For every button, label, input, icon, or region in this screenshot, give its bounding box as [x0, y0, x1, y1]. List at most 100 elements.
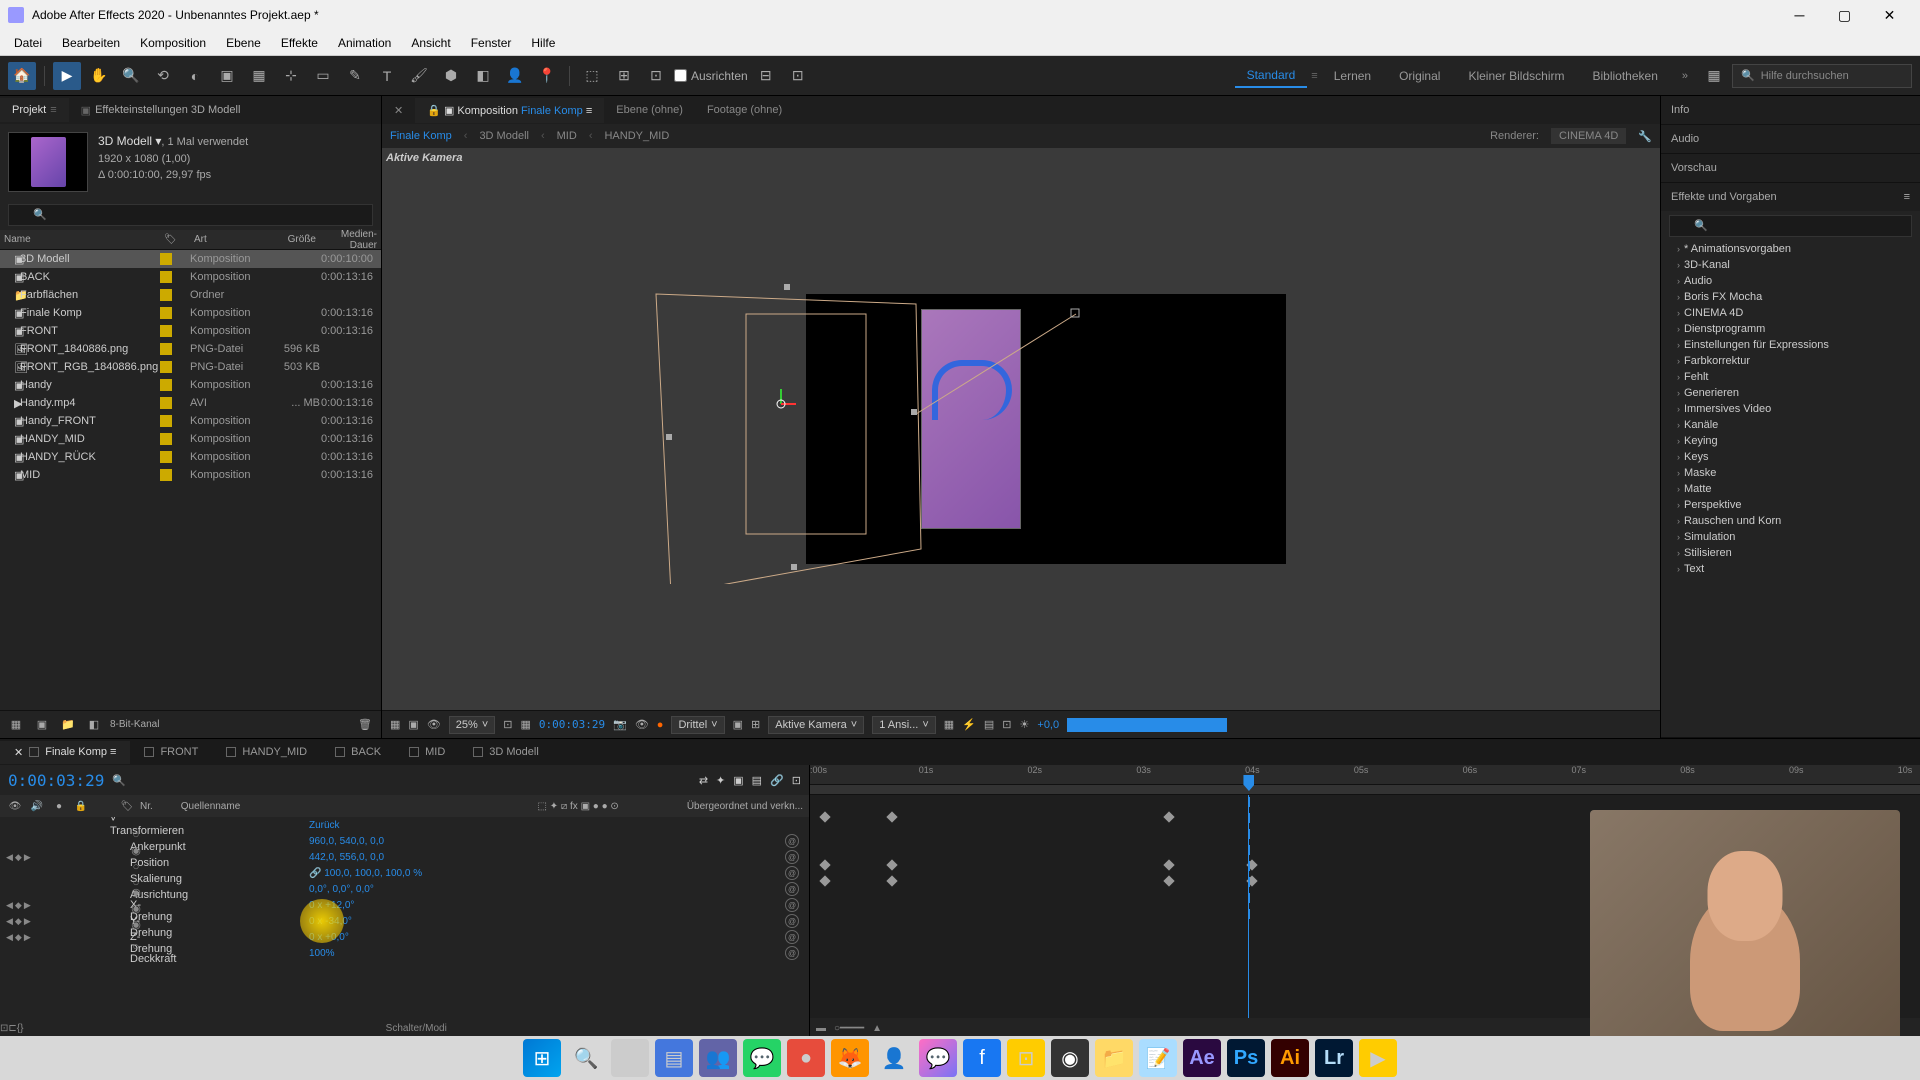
toggle-switches-icon[interactable]: ⊡ — [0, 1023, 8, 1034]
project-item[interactable]: ▣3D ModellKomposition0:00:10:00 — [0, 250, 381, 268]
effect-category[interactable]: › Boris FX Mocha — [1661, 289, 1920, 305]
workspace-standard[interactable]: Standard — [1235, 64, 1308, 88]
resolution-dropdown[interactable]: Drittel ˅ — [671, 716, 724, 734]
taskbar-teams-icon[interactable]: 👥 — [699, 1039, 737, 1077]
exposure-reset-icon[interactable]: ☀ — [1020, 718, 1030, 731]
project-items-list[interactable]: ▣3D ModellKomposition0:00:10:00▣BACKKomp… — [0, 250, 381, 710]
comp-tab-close[interactable]: ✕ — [382, 98, 415, 123]
keyframe[interactable] — [819, 875, 830, 886]
breadcrumb-item[interactable]: 3D Modell — [479, 130, 529, 142]
fast-preview-icon[interactable]: ⚡ — [962, 718, 976, 731]
keyframe[interactable] — [886, 875, 897, 886]
tl-opt1[interactable]: ⇄ — [699, 774, 708, 787]
tl-opt3[interactable]: ▣ — [733, 774, 743, 787]
workspace-bibliotheken[interactable]: Bibliotheken — [1580, 65, 1669, 87]
keyframe[interactable] — [886, 859, 897, 870]
keyframe[interactable] — [886, 811, 897, 822]
info-panel-header[interactable]: Info — [1661, 96, 1920, 124]
taskbar-ps-icon[interactable]: Ps — [1227, 1039, 1265, 1077]
effect-category[interactable]: › Farbkorrektur — [1661, 353, 1920, 369]
snap-toggle[interactable]: Ausrichten — [674, 69, 748, 83]
comp-tab-footage[interactable]: Footage (ohne) — [695, 98, 794, 122]
toggle-switches-icon2[interactable]: ⊏ — [8, 1023, 16, 1034]
orbit-tool[interactable]: ⟲ — [149, 62, 177, 90]
comp-tab-layer[interactable]: Ebene (ohne) — [604, 98, 695, 122]
effect-category[interactable]: › Text — [1661, 561, 1920, 577]
taskbar-firefox-icon[interactable]: 🦊 — [831, 1039, 869, 1077]
axis-view[interactable]: ⊡ — [642, 62, 670, 90]
taskbar-messenger-icon[interactable]: 💬 — [919, 1039, 957, 1077]
effect-category[interactable]: › Maske — [1661, 465, 1920, 481]
timeline-tab[interactable]: BACK — [321, 741, 395, 763]
project-item[interactable]: ▣BACKKomposition0:00:13:16 — [0, 268, 381, 286]
taskbar-facebook-icon[interactable]: f — [963, 1039, 1001, 1077]
alpha-icon[interactable]: 👁 — [427, 718, 441, 731]
label-icon[interactable]: 🏷 — [118, 797, 136, 815]
keyframe[interactable] — [1164, 875, 1175, 886]
workspace-original[interactable]: Original — [1387, 65, 1452, 87]
comp-viewer[interactable]: Aktive Kamera — [382, 148, 1660, 710]
axis-world[interactable]: ⊞ — [610, 62, 638, 90]
timeline-tab[interactable]: FRONT — [130, 741, 212, 763]
viewer-timecode[interactable]: 0:00:03:29 — [539, 718, 605, 731]
keyframe[interactable] — [1164, 811, 1175, 822]
rotate-tool[interactable]: ◐ — [181, 62, 209, 90]
effect-category[interactable]: › Simulation — [1661, 529, 1920, 545]
grid-icon[interactable]: ▦ — [390, 718, 400, 731]
effects-panel-header[interactable]: Effekte und Vorgaben≡ — [1661, 183, 1920, 211]
timeline-timecode[interactable]: 0:00:03:29 — [8, 771, 104, 790]
timeline-icon[interactable]: ▤ — [984, 718, 994, 731]
new-folder-button[interactable]: 📁 — [58, 715, 78, 735]
workspace-lernen[interactable]: Lernen — [1322, 65, 1383, 87]
av-lock-icon[interactable]: 🔒 — [72, 797, 90, 815]
project-item[interactable]: ▶Handy.mp4AVI... MB0:00:13:16 — [0, 394, 381, 412]
project-item[interactable]: ▣HANDY_MIDKomposition0:00:13:16 — [0, 430, 381, 448]
effect-category[interactable]: › Kanäle — [1661, 417, 1920, 433]
zoom-in-icon[interactable]: ▲ — [872, 1023, 882, 1034]
project-item[interactable]: ▣Finale KompKomposition0:00:13:16 — [0, 304, 381, 322]
maximize-button[interactable]: ▢ — [1822, 0, 1867, 30]
breadcrumb-item[interactable]: Finale Komp — [390, 130, 452, 142]
show-snapshot-icon[interactable]: 👁 — [635, 718, 649, 731]
eraser-tool[interactable]: ◧ — [469, 62, 497, 90]
stamp-tool[interactable]: ⬢ — [437, 62, 465, 90]
effect-category[interactable]: › Fehlt — [1661, 369, 1920, 385]
taskbar-lr-icon[interactable]: Lr — [1315, 1039, 1353, 1077]
close-button[interactable]: ✕ — [1867, 0, 1912, 30]
layer-rows[interactable]: ˅ Transformieren Zurück ○Ankerpunkt960,0… — [0, 817, 809, 1018]
rect-tool[interactable]: ▭ — [309, 62, 337, 90]
renderer-dropdown[interactable]: CINEMA 4D — [1551, 128, 1626, 144]
minimize-button[interactable]: ─ — [1777, 0, 1822, 30]
timeline-search-icon[interactable]: 🔍 — [112, 774, 126, 787]
full-res-icon[interactable]: ⊡ — [503, 718, 512, 731]
effect-category[interactable]: › Perspektive — [1661, 497, 1920, 513]
breadcrumb-item[interactable]: MID — [557, 130, 577, 142]
workspace-switcher[interactable]: ▦ — [1700, 62, 1728, 90]
axis-local[interactable]: ⬚ — [578, 62, 606, 90]
effects-category-list[interactable]: › * Animationsvorgaben› 3D-Kanal› Audio›… — [1661, 241, 1920, 737]
tab-project[interactable]: Projekt ≡ — [0, 98, 69, 122]
taskbar-search-icon[interactable]: 🔍 — [567, 1039, 605, 1077]
effect-category[interactable]: › Rauschen und Korn — [1661, 513, 1920, 529]
av-audio-icon[interactable]: 🔊 — [28, 797, 46, 815]
project-search[interactable] — [8, 204, 373, 226]
project-item[interactable]: 🖼FRONT_RGB_1840886.pngPNG-Datei503 KB — [0, 358, 381, 376]
taskbar-app5-icon[interactable]: ⊡ — [1007, 1039, 1045, 1077]
anchor-tool[interactable]: ⊹ — [277, 62, 305, 90]
effect-category[interactable]: › Keys — [1661, 449, 1920, 465]
zoom-dropdown[interactable]: 25% ˅ — [449, 716, 495, 734]
toggle-switches-icon3[interactable]: {} — [17, 1023, 24, 1034]
comp-tab-main[interactable]: 🔒 ▣ Komposition Finale Komp ≡ — [415, 98, 604, 123]
puppet-tool[interactable]: 📍 — [533, 62, 561, 90]
selection-tool[interactable]: ▶ — [53, 62, 81, 90]
help-search[interactable]: 🔍 Hilfe durchsuchen — [1732, 64, 1912, 88]
taskbar-app1-icon[interactable]: ▤ — [655, 1039, 693, 1077]
comp-name[interactable]: 3D Modell ▾ — [98, 134, 161, 148]
tl-opt2[interactable]: ✦ — [716, 774, 725, 787]
effect-category[interactable]: › Stilisieren — [1661, 545, 1920, 561]
taskbar-windows-icon[interactable]: ⊞ — [523, 1039, 561, 1077]
views-dropdown[interactable]: 1 Ansi... ˅ — [872, 716, 936, 734]
effect-category[interactable]: › Generieren — [1661, 385, 1920, 401]
camera-tool[interactable]: ▣ — [213, 62, 241, 90]
project-item[interactable]: ▣HANDY_RÜCKKomposition0:00:13:16 — [0, 448, 381, 466]
